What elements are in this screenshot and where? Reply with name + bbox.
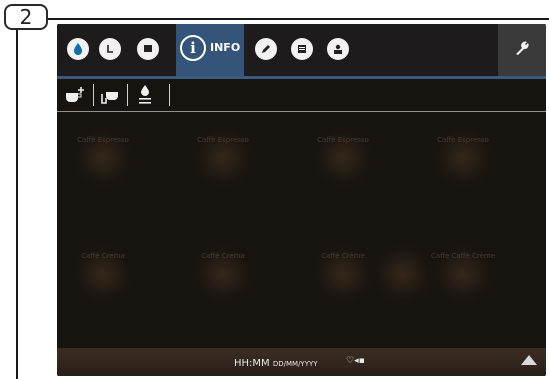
product-label: Caffè Espresso (77, 136, 129, 144)
top-nav: i INFO (57, 24, 546, 79)
flag-icon[interactable] (137, 38, 159, 60)
drop-list-icon[interactable] (133, 84, 157, 106)
product-toolbar (57, 79, 546, 112)
pencil-icon[interactable] (255, 38, 277, 60)
wrench-icon (516, 41, 529, 55)
clock-display: HH:MM DD/MM/YYYY (234, 358, 318, 369)
product-label: Caffè Caffè Crème (430, 252, 496, 260)
device-screen: i INFO Caffè Espresso Caffè Espresso Caf… (57, 24, 546, 376)
toolbar-separator (169, 84, 170, 106)
status-bar: HH:MM DD/MM/YYYY ♡◂▪ (57, 348, 546, 376)
tab-info-label: INFO (210, 41, 241, 54)
tab-info[interactable]: i INFO (176, 24, 244, 76)
product-tile[interactable]: Caffè Espresso (303, 120, 383, 200)
settings-button[interactable] (498, 24, 546, 76)
toolbar-separator (93, 84, 94, 106)
product-label: Caffè Espresso (317, 136, 369, 144)
step-badge: 2 (4, 4, 48, 30)
cup-add-icon[interactable] (63, 84, 87, 106)
product-grid: Caffè Espresso Caffè Espresso Caffè Espr… (57, 112, 546, 344)
scroll-up-icon[interactable] (521, 355, 537, 365)
product-label: Caffè Crema (81, 252, 125, 260)
clock-date: DD/MM/YYYY (272, 360, 318, 368)
clock-time: HH:MM (234, 358, 270, 369)
status-icons: ♡◂▪ (346, 356, 365, 366)
product-tile[interactable]: Caffè Crema (63, 236, 143, 316)
product-tile[interactable]: Caffè Espresso (183, 120, 263, 200)
frame-line-top (16, 18, 549, 20)
info-icon: i (180, 35, 206, 61)
product-tile[interactable]: Caffè Crema (183, 236, 263, 316)
product-tile[interactable]: Caffè Espresso (63, 120, 143, 200)
frame-line-left (16, 18, 18, 379)
water-drop-icon[interactable] (67, 38, 89, 60)
toolbar-separator (127, 84, 128, 106)
product-tile[interactable]: Caffè Espresso (423, 120, 503, 200)
product-label: Caffè Espresso (437, 136, 489, 144)
product-tile[interactable]: Caffè Caffè Crème (423, 236, 503, 316)
step-number: 2 (19, 5, 33, 29)
user-icon[interactable] (327, 38, 349, 60)
list-icon[interactable] (291, 38, 313, 60)
product-label: Caffè Espresso (197, 136, 249, 144)
clock-icon[interactable] (99, 38, 121, 60)
cup-touch-icon[interactable] (98, 84, 122, 106)
product-label: Caffè Crema (201, 252, 245, 260)
